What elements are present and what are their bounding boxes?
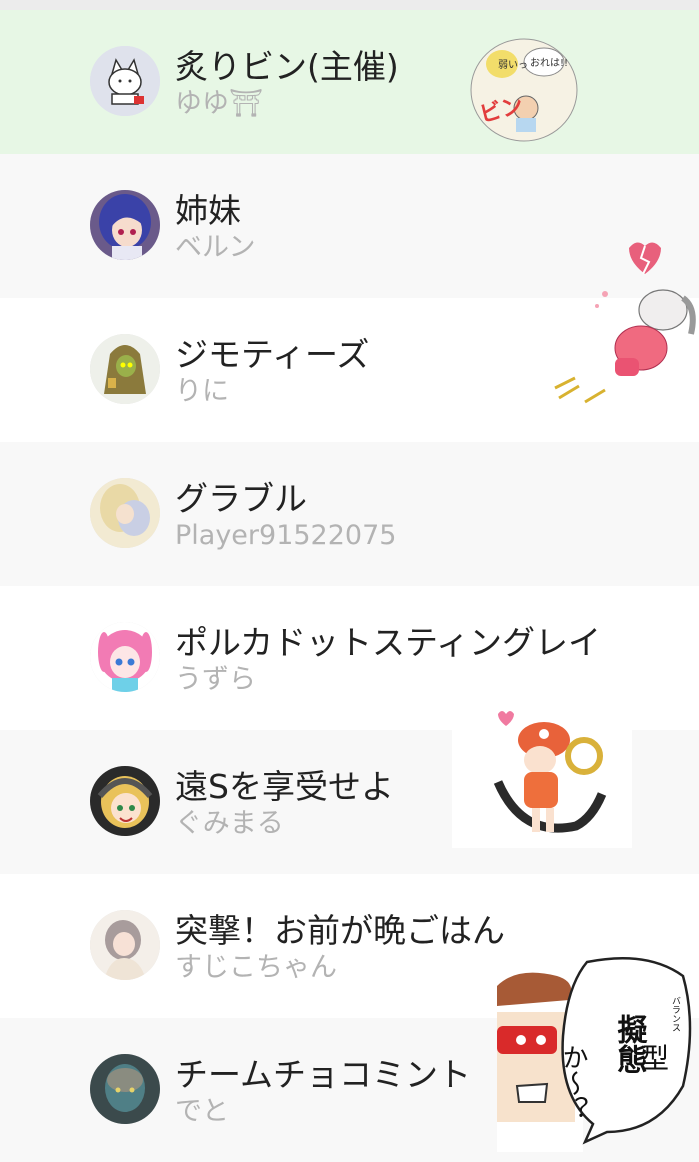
member-name: ぐみまる <box>175 808 284 839</box>
member-name: でと <box>175 1096 229 1127</box>
blue-hair-girl-avatar-icon <box>90 190 160 260</box>
group-name: 姉妹 <box>175 191 241 230</box>
white-cat-avatar-icon <box>90 46 160 116</box>
group-name: グラブル <box>175 479 307 518</box>
group-name: ポルカドットスティングレイ <box>175 623 602 662</box>
group-name: チームチョコミント <box>175 1055 472 1094</box>
member-name: ベルン <box>175 232 256 263</box>
blurred-character-avatar-icon <box>90 478 160 548</box>
group-list-item[interactable]: 炙りビン(主催) ゆゆ⛩ <box>0 10 699 154</box>
bubble-text-line2: 型 <box>641 1042 669 1075</box>
blonde-girl-headphones-avatar-icon <box>90 766 160 836</box>
member-name: うずら <box>175 664 256 695</box>
group-name: 突撃！お前が晩ごはん <box>175 911 505 950</box>
group-name: 遠Sを享受せよ <box>175 767 394 806</box>
tonberry-avatar-icon <box>90 334 160 404</box>
dark-creature-avatar-icon <box>90 1054 160 1124</box>
member-name: りに <box>175 376 229 407</box>
group-name: ジモティーズ <box>175 335 370 374</box>
bubble-text-line3: か〜？ <box>558 1044 588 1122</box>
cartoon-speech-bubble-sticker: 擬態 型 か〜？ バランス <box>497 956 697 1152</box>
group-name: 炙りビン(主催) <box>175 47 399 86</box>
pink-hair-girl-avatar-icon <box>90 622 160 692</box>
sticker-small-text-2: 弱いっ <box>498 59 528 71</box>
group-list-item[interactable]: グラブル Player91522075 <box>0 442 699 586</box>
member-name: Player91522075 <box>175 520 397 551</box>
gray-hair-girl-avatar-icon <box>90 910 160 980</box>
anchor-girl-sticker <box>452 698 632 848</box>
member-name: すじこちゃん <box>175 952 337 983</box>
bin-comic-sticker: 弱いっ おれは!! ビン <box>470 38 578 142</box>
top-divider <box>0 0 699 10</box>
sticker-small-text-1: おれは!! <box>530 57 568 69</box>
broken-heart-chibi-sticker <box>545 238 697 420</box>
bubble-ruby-text: バランス <box>670 996 681 1032</box>
member-name: ゆゆ⛩ <box>175 88 264 119</box>
